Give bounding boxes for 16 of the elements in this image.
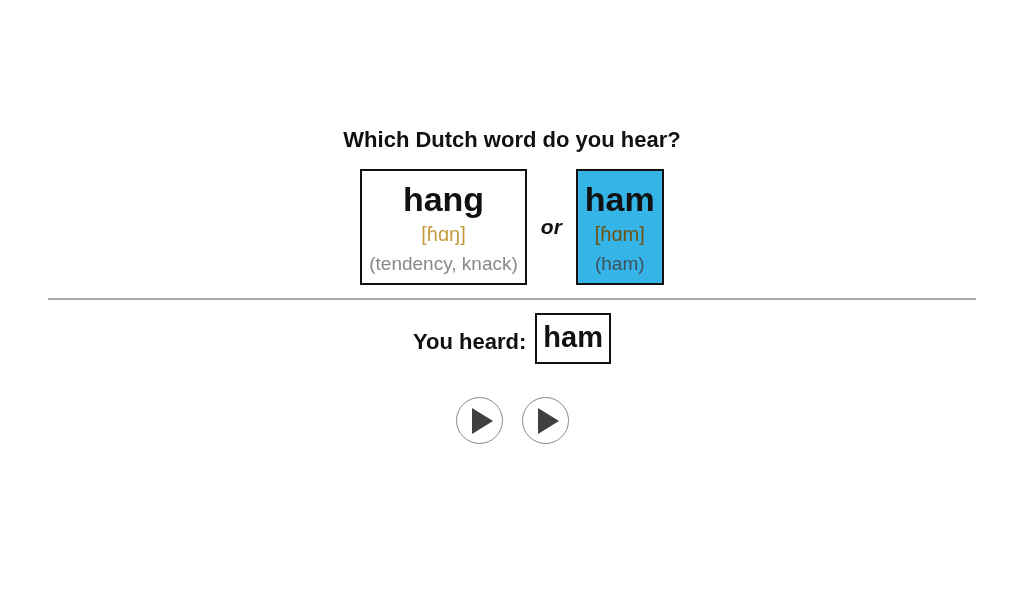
pronunciation-text: [ɦɑŋ]: [421, 223, 466, 246]
pronunciation-text: [ɦɑm]: [594, 223, 645, 246]
heard-word-box: ham: [535, 313, 611, 364]
play-icon: [469, 406, 494, 435]
question-text: Which Dutch word do you hear?: [343, 127, 681, 153]
play-icon: [535, 406, 560, 435]
you-heard-label: You heard:: [413, 328, 527, 355]
word-text: hang: [402, 179, 485, 219]
word-text: ham: [584, 179, 655, 219]
word-card[interactable]: hang [ɦɑŋ] (tendency, knack): [360, 169, 527, 285]
play-button[interactable]: [521, 397, 569, 444]
word-card[interactable]: ham [ɦɑm] (ham): [575, 169, 664, 285]
or-text: or: [540, 215, 562, 239]
meaning-text: (tendency, knack): [369, 253, 518, 275]
meaning-text: (ham): [594, 253, 645, 275]
play-button[interactable]: [455, 397, 503, 444]
